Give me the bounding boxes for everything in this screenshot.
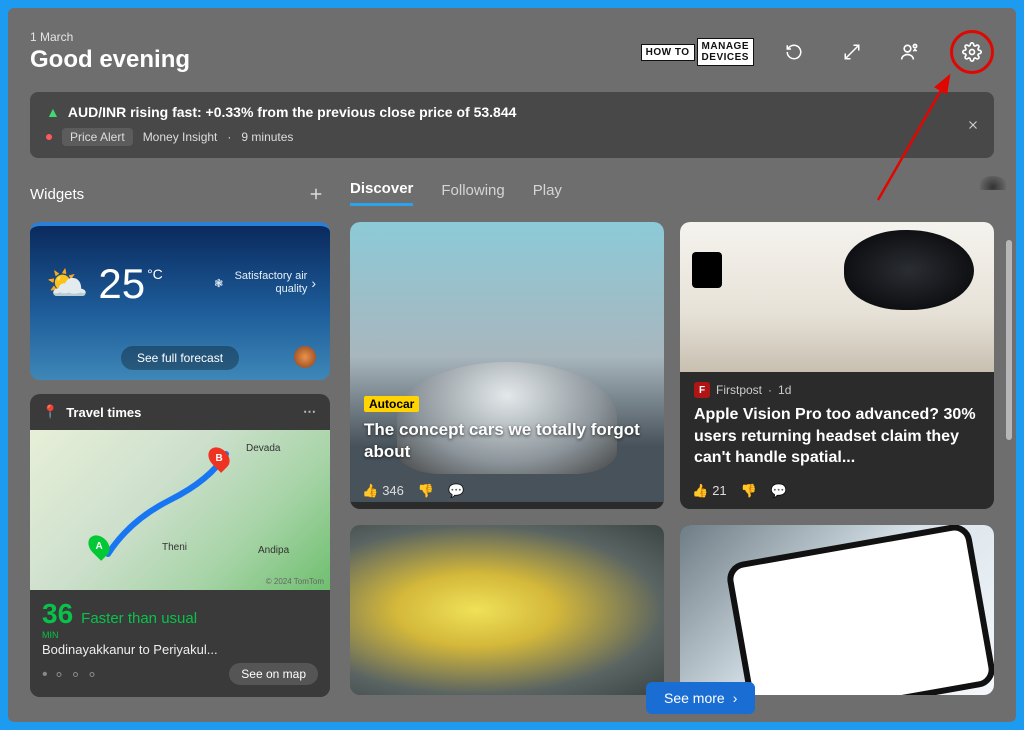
thumbs-up-icon: 👍 xyxy=(692,483,708,499)
chevron-right-icon: › xyxy=(733,690,738,706)
settings-highlight-circle xyxy=(950,30,994,74)
news-card[interactable]: Autocar The concept cars we totally forg… xyxy=(350,222,664,509)
news-card[interactable] xyxy=(350,525,664,695)
travel-route-label: Bodinayakkanur to Periyakul... xyxy=(42,642,318,657)
feed-tabs: Discover Following Play xyxy=(350,180,994,206)
route-line xyxy=(30,430,330,590)
air-quality-link[interactable]: ❃ Satisfactory air quality › xyxy=(214,270,316,296)
widgets-board: 1 March Good evening HOW TO MANAGEDEVICE… xyxy=(8,8,1016,722)
close-icon xyxy=(966,118,980,132)
news-card[interactable]: FFirstpost·1d Apple Vision Pro too advan… xyxy=(680,222,994,509)
travel-map[interactable]: A B Theni Devada Andipa © 2024 TomTom xyxy=(30,430,330,590)
scrollbar[interactable] xyxy=(1006,240,1012,440)
see-full-forecast-button[interactable]: See full forecast xyxy=(121,346,239,370)
pagination-dots[interactable]: • ∘ ∘ ∘ xyxy=(42,664,98,684)
card-title: Apple Vision Pro too advanced? 30% users… xyxy=(694,404,980,469)
weather-globe-icon[interactable] xyxy=(294,346,316,368)
see-more-button[interactable]: See more › xyxy=(646,682,755,714)
notification-tag: Price Alert xyxy=(62,128,133,146)
greeting-block: 1 March Good evening xyxy=(30,30,190,74)
like-button[interactable]: 👍21 xyxy=(692,483,727,499)
see-on-map-button[interactable]: See on map xyxy=(229,663,318,685)
travel-eta-unit: MIN xyxy=(42,630,73,640)
add-widget-button[interactable] xyxy=(302,180,330,208)
date-text: 1 March xyxy=(30,30,190,44)
widgets-heading: Widgets xyxy=(30,186,84,203)
source-logo-icon: F xyxy=(694,382,710,398)
card-time: 1d xyxy=(778,383,791,397)
weather-widget[interactable]: ⛅ 25°C ❃ Satisfactory air quality › See … xyxy=(30,222,330,380)
plus-icon xyxy=(307,185,325,203)
settings-button[interactable] xyxy=(962,42,982,62)
alert-dot-icon xyxy=(46,134,52,140)
close-notification-button[interactable] xyxy=(966,118,980,132)
notification-source: Money Insight xyxy=(143,130,218,144)
profile-button[interactable] xyxy=(892,34,928,70)
travel-title: Travel times xyxy=(66,405,141,420)
travel-eta-value: 36 xyxy=(42,598,73,629)
notification-banner[interactable]: ▲ AUD/INR rising fast: +0.33% from the p… xyxy=(30,92,994,158)
notification-headline: AUD/INR rising fast: +0.33% from the pre… xyxy=(68,104,517,120)
refresh-button[interactable] xyxy=(776,34,812,70)
like-button[interactable]: 👍346 xyxy=(362,483,404,499)
comment-button[interactable]: 💬 xyxy=(771,483,787,499)
card-source: Autocar xyxy=(364,396,419,412)
notification-time: 9 minutes xyxy=(241,130,293,144)
card-image xyxy=(350,525,664,695)
comment-icon: 💬 xyxy=(771,483,787,499)
travel-widget: 📍 Travel times ⋯ A B Theni Devada Andipa … xyxy=(30,394,330,697)
news-card[interactable] xyxy=(680,525,994,695)
expand-icon xyxy=(843,43,861,61)
tab-following[interactable]: Following xyxy=(441,182,504,205)
greeting-text: Good evening xyxy=(30,46,190,74)
gear-icon xyxy=(962,42,982,62)
chevron-right-icon: › xyxy=(311,275,316,291)
air-quality-icon: ❃ xyxy=(214,277,223,290)
top-right-controls: HOW TO MANAGEDEVICES xyxy=(641,30,994,74)
comment-icon: 💬 xyxy=(448,483,464,499)
card-image xyxy=(680,222,994,372)
tab-discover[interactable]: Discover xyxy=(350,180,413,206)
weather-moon-cloud-icon: ⛅ xyxy=(46,264,88,304)
dislike-button[interactable]: 👎 xyxy=(741,483,757,499)
profile-icon xyxy=(900,42,920,62)
expand-button[interactable] xyxy=(834,34,870,70)
travel-more-button[interactable]: ⋯ xyxy=(303,404,318,420)
thumbs-down-icon: 👎 xyxy=(741,483,757,499)
refresh-icon xyxy=(785,43,803,61)
card-image xyxy=(680,525,994,695)
top-bar: 1 March Good evening HOW TO MANAGEDEVICE… xyxy=(30,30,994,74)
map-pin-icon: 📍 xyxy=(42,404,58,420)
travel-status: Faster than usual xyxy=(81,610,197,627)
dislike-button[interactable]: 👎 xyxy=(418,483,434,499)
weather-temperature: 25°C xyxy=(98,260,162,308)
watermark: HOW TO MANAGEDEVICES xyxy=(641,38,754,66)
card-source: Firstpost xyxy=(716,383,762,397)
comment-button[interactable]: 💬 xyxy=(448,483,464,499)
tab-play[interactable]: Play xyxy=(533,182,562,205)
avatar[interactable] xyxy=(980,176,1006,190)
thumbs-down-icon: 👎 xyxy=(418,483,434,499)
trend-up-icon: ▲ xyxy=(46,104,60,120)
thumbs-up-icon: 👍 xyxy=(362,483,378,499)
card-title: The concept cars we totally forgot about xyxy=(364,419,650,463)
